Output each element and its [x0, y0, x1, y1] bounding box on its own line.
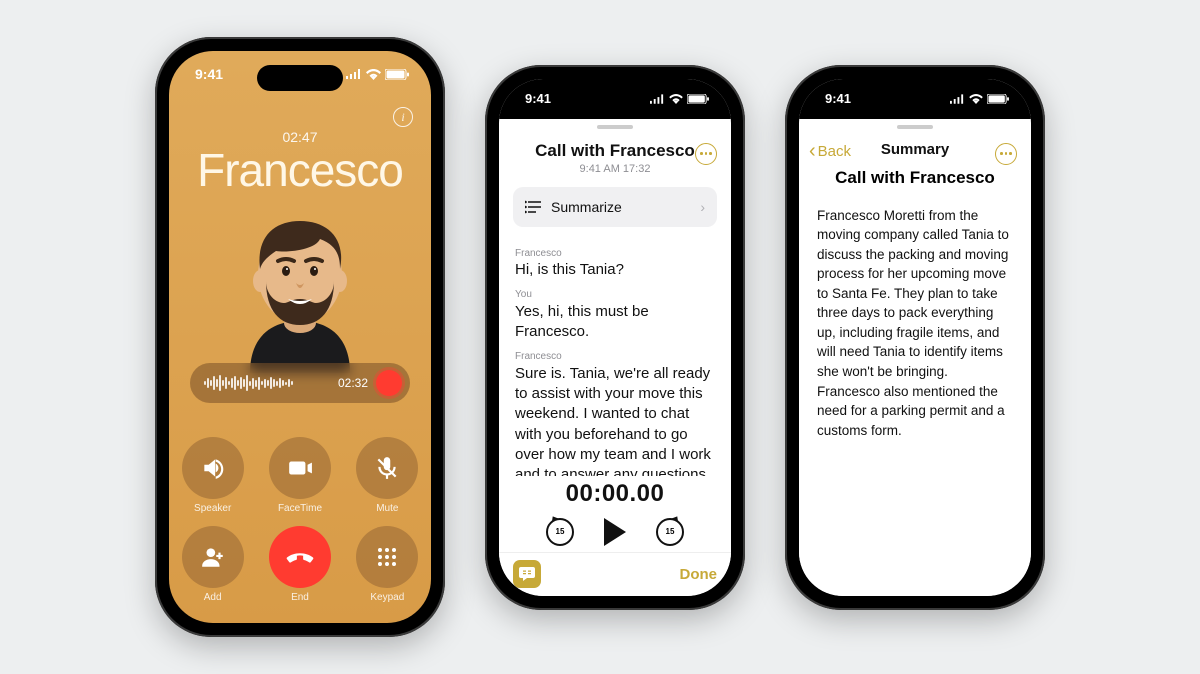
- more-button[interactable]: [995, 143, 1017, 165]
- note-subtitle: 9:41 AM 17:32: [535, 163, 695, 175]
- speaker-icon: [200, 455, 226, 481]
- transcript-speaker: Francesco: [515, 247, 715, 261]
- transcript-toggle-button[interactable]: [513, 560, 541, 588]
- mute-button[interactable]: Mute: [356, 437, 418, 514]
- dynamic-island: [580, 91, 650, 111]
- note-title: Call with Francesco: [535, 141, 695, 161]
- mute-label: Mute: [376, 503, 398, 514]
- mute-icon: [374, 455, 400, 481]
- cellular-icon: [650, 94, 665, 104]
- battery-icon: [687, 94, 709, 104]
- facetime-label: FaceTime: [278, 503, 322, 514]
- summarize-label: Summarize: [551, 199, 622, 215]
- done-button[interactable]: Done: [680, 566, 718, 583]
- playback-time: 00:00.00: [499, 480, 731, 508]
- speaker-label: Speaker: [194, 503, 231, 514]
- speaker-button[interactable]: Speaker: [182, 437, 244, 514]
- keypad-button[interactable]: Keypad: [356, 526, 418, 603]
- recording-time: 02:32: [338, 376, 368, 390]
- status-time: 9:41: [195, 66, 223, 82]
- facetime-button[interactable]: FaceTime: [269, 437, 331, 514]
- transcript-speaker: Francesco: [515, 350, 715, 364]
- back-label: Back: [818, 143, 851, 160]
- record-button[interactable]: [376, 370, 402, 396]
- status-icons: [650, 94, 709, 104]
- phone-transcript-screen: 9:41 Call with Francesco 9:41 AM 17:32: [485, 65, 745, 610]
- hangup-icon: [285, 542, 315, 572]
- battery-icon: [987, 94, 1009, 104]
- video-icon: [287, 455, 313, 481]
- transcript-line: Yes, hi, this must be Francesco.: [515, 302, 715, 343]
- phone-summary-screen: 9:41 ‹ Back Summary Call with Francesco …: [785, 65, 1045, 610]
- keypad-icon: [375, 545, 399, 569]
- chevron-left-icon: ‹: [809, 144, 816, 158]
- dynamic-island: [880, 91, 950, 111]
- cellular-icon: [950, 94, 965, 104]
- wifi-icon: [969, 94, 983, 104]
- sheet-grabber[interactable]: [897, 125, 933, 129]
- sheet-grabber[interactable]: [597, 125, 633, 129]
- page-header: Summary: [881, 141, 949, 158]
- wifi-icon: [669, 94, 683, 104]
- end-label: End: [291, 592, 309, 603]
- back-button[interactable]: ‹ Back: [809, 143, 851, 160]
- phone-call-screen: 9:41 i 02:47 Francesco: [155, 37, 445, 637]
- skip-forward-button[interactable]: 15: [656, 518, 684, 546]
- more-button[interactable]: [695, 143, 717, 165]
- transcript-area[interactable]: Francesco Hi, is this Tania? You Yes, hi…: [499, 227, 731, 476]
- play-button[interactable]: [604, 518, 626, 546]
- keypad-label: Keypad: [370, 592, 404, 603]
- contact-avatar: [220, 203, 380, 373]
- add-label: Add: [204, 592, 222, 603]
- skip-back-button[interactable]: 15: [546, 518, 574, 546]
- status-icons: [950, 94, 1009, 104]
- summary-title: Call with Francesco: [799, 168, 1031, 188]
- add-person-icon: [200, 544, 226, 570]
- cellular-icon: [346, 69, 362, 79]
- status-time: 9:41: [825, 91, 851, 106]
- wifi-icon: [366, 69, 381, 80]
- recording-indicator[interactable]: 02:32: [190, 363, 410, 403]
- battery-icon: [385, 69, 409, 80]
- waveform-icon: [204, 374, 330, 392]
- info-icon[interactable]: i: [393, 107, 413, 127]
- end-call-button[interactable]: End: [269, 526, 331, 603]
- quote-icon: [519, 567, 535, 581]
- caller-name: Francesco: [197, 143, 403, 197]
- transcript-speaker: You: [515, 288, 715, 302]
- transcript-line: Sure is. Tania, we're all ready to assis…: [515, 364, 715, 476]
- status-icons: [346, 69, 409, 80]
- summarize-icon: [525, 200, 541, 214]
- add-button[interactable]: Add: [182, 526, 244, 603]
- status-time: 9:41: [525, 91, 551, 106]
- summary-text: Francesco Moretti from the moving compan…: [799, 200, 1031, 441]
- summarize-button[interactable]: Summarize ›: [513, 187, 717, 227]
- chevron-right-icon: ›: [700, 199, 705, 215]
- transcript-line: Hi, is this Tania?: [515, 260, 715, 280]
- dynamic-island: [257, 65, 343, 91]
